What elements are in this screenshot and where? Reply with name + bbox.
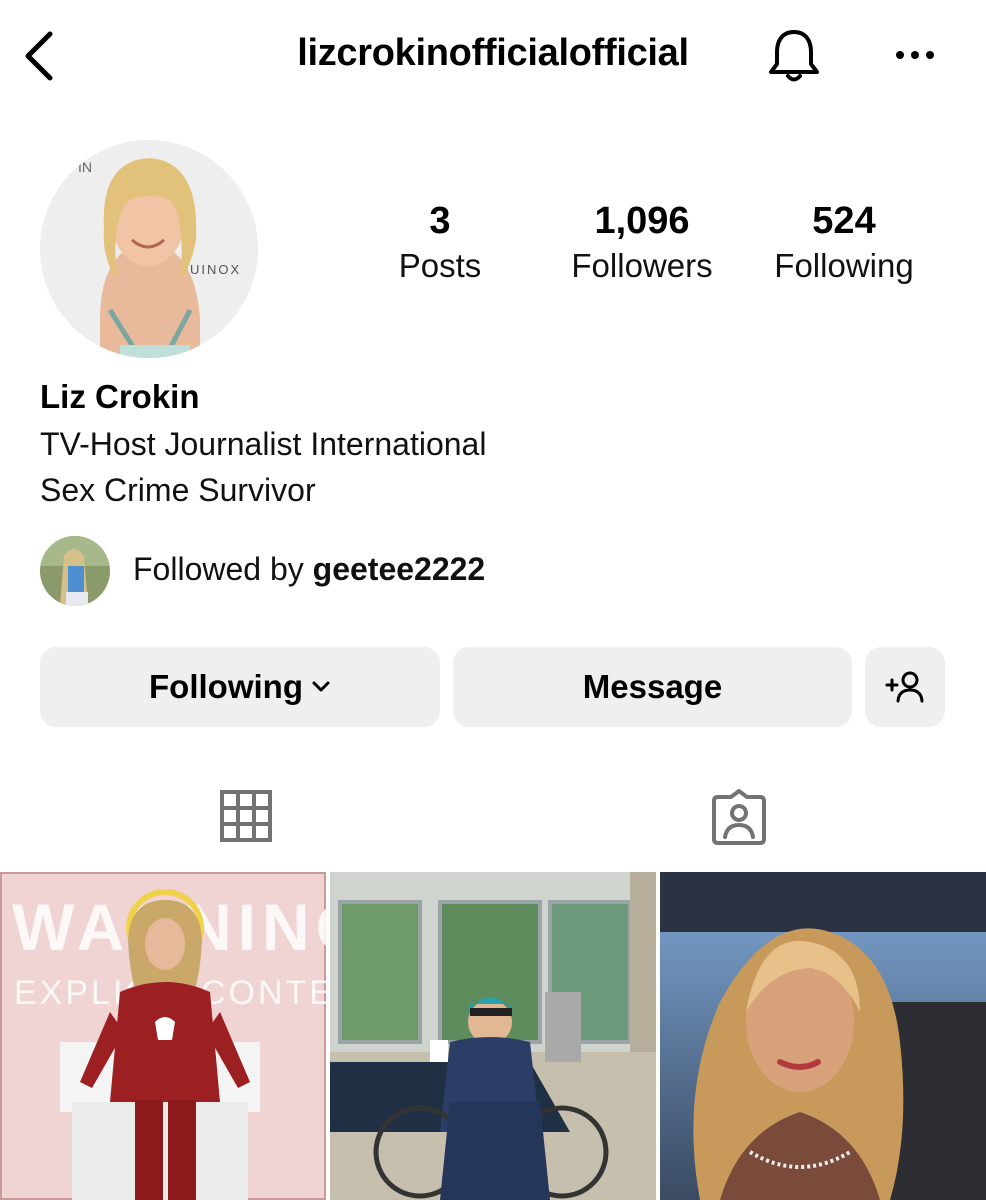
following-button[interactable]: Following [40,647,440,727]
grid-icon [220,790,272,842]
stat-label: Posts [398,247,482,284]
message-button-label: Message [582,668,723,705]
profile-name: Liz Crokin [40,378,200,415]
stat-posts[interactable]: 3 Posts [380,198,500,288]
bio-line: TV-Host Journalist International [40,426,487,462]
tab-posts-grid[interactable] [219,789,273,843]
profile-avatar[interactable]: IN UINOX [40,140,258,358]
more-options-button[interactable] [892,40,938,70]
stat-label: Followers [571,247,713,284]
followed-by-prefix: Followed by [133,551,313,587]
followed-by-username[interactable]: geetee2222 [313,551,486,587]
post-thumbnail[interactable]: WARNING EXPLICIT CONTENT [0,872,326,1200]
tab-tagged[interactable] [710,789,768,845]
followed-by-text[interactable]: Followed by geetee2222 [133,551,485,588]
stat-value: 3 [429,200,451,242]
avatar-sign-text: IN [78,159,92,175]
stat-followers[interactable]: 1,096 Followers [556,198,728,288]
bio-line: Sex Crime Survivor [40,472,316,508]
post-thumbnail[interactable] [330,872,656,1200]
stat-value: 1,096 [594,200,690,242]
tagged-person-icon [712,789,766,845]
bell-icon [769,30,819,82]
following-button-label: Following [149,668,303,705]
stat-following[interactable]: 524 Following [760,198,928,288]
chevron-down-icon [312,681,330,692]
followed-by-avatar[interactable] [40,536,110,606]
message-button[interactable]: Message [453,647,852,727]
suggested-users-button[interactable] [865,647,945,727]
stat-label: Following [774,247,914,284]
avatar-sign-text: UINOX [190,262,241,277]
stat-value: 524 [812,200,876,242]
post-thumbnail[interactable] [660,872,986,1200]
notifications-button[interactable] [765,26,823,86]
more-horizontal-icon [896,51,934,59]
profile-username: lizcrokinofficialofficial [297,32,689,74]
add-user-icon [885,671,924,703]
